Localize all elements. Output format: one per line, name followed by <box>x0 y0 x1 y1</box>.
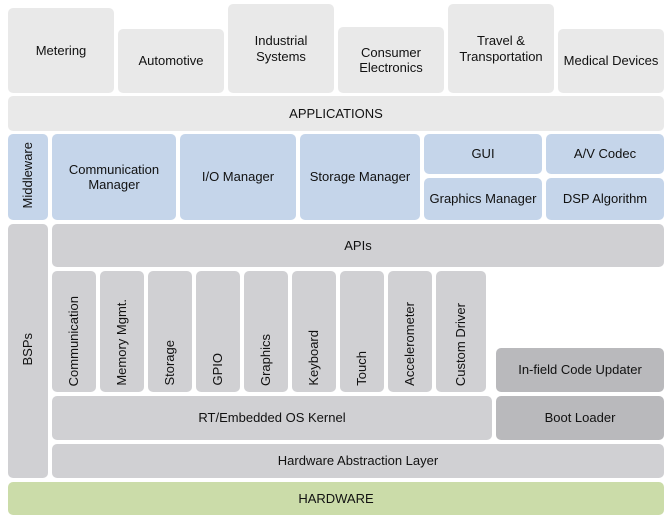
in-field-code-updater-box[interactable]: In-field Code Updater <box>496 348 664 392</box>
bsps-column[interactable]: BSPs <box>8 224 48 478</box>
hal-label: Hardware Abstraction Layer <box>277 453 439 469</box>
driver-column-custom-driver[interactable]: Custom Driver <box>436 271 486 392</box>
middleware-label: A/V Codec <box>573 146 637 162</box>
middleware-box-communication-manager[interactable]: Communication Manager <box>52 134 176 220</box>
architecture-diagram: Metering Automotive Industrial Systems C… <box>0 0 670 521</box>
driver-column-keyboard[interactable]: Keyboard <box>292 271 336 392</box>
applications-band[interactable]: APPLICATIONS <box>8 96 664 131</box>
middleware-box-dsp-algorithm[interactable]: DSP Algorithm <box>546 178 664 220</box>
driver-label: Touch <box>354 351 370 386</box>
in-field-code-updater-label: In-field Code Updater <box>518 362 642 378</box>
application-box-travel-transportation[interactable]: Travel & Transportation <box>448 4 554 93</box>
os-kernel-label: RT/Embedded OS Kernel <box>198 410 346 426</box>
hardware-label: HARDWARE <box>298 490 374 506</box>
driver-label: GPIO <box>210 353 226 386</box>
os-kernel-bar[interactable]: RT/Embedded OS Kernel <box>52 396 492 440</box>
middleware-box-storage-manager[interactable]: Storage Manager <box>300 134 420 220</box>
driver-column-accelerometer[interactable]: Accelerometer <box>388 271 432 392</box>
driver-column-communication[interactable]: Communication <box>52 271 96 392</box>
boot-loader-label: Boot Loader <box>544 410 616 426</box>
driver-column-memory-mgmt[interactable]: Memory Mgmt. <box>100 271 144 392</box>
middleware-box-graphics-manager[interactable]: Graphics Manager <box>424 178 542 220</box>
application-box-automotive[interactable]: Automotive <box>118 29 224 93</box>
driver-column-touch[interactable]: Touch <box>340 271 384 392</box>
hardware-bar[interactable]: HARDWARE <box>8 482 664 515</box>
application-box-metering[interactable]: Metering <box>8 8 114 93</box>
driver-column-storage[interactable]: Storage <box>148 271 192 392</box>
driver-column-gpio[interactable]: GPIO <box>196 271 240 392</box>
apis-label: APIs <box>344 237 372 253</box>
application-label: Medical Devices <box>563 53 659 69</box>
boot-loader-box[interactable]: Boot Loader <box>496 396 664 440</box>
bsps-label: BSPs <box>20 332 36 366</box>
driver-label: Accelerometer <box>402 302 418 386</box>
middleware-box-gui[interactable]: GUI <box>424 134 542 174</box>
driver-label: Communication <box>66 295 82 386</box>
application-box-consumer-electronics[interactable]: Consumer Electronics <box>338 27 444 93</box>
application-label: Automotive <box>138 53 204 69</box>
middleware-label: Storage Manager <box>309 169 411 185</box>
application-label: Consumer Electronics <box>359 44 423 75</box>
middleware-label: Middleware <box>20 141 36 209</box>
application-box-medical-devices[interactable]: Medical Devices <box>558 29 664 93</box>
middleware-label: DSP Algorithm <box>562 191 648 207</box>
hardware-abstraction-layer-bar[interactable]: Hardware Abstraction Layer <box>52 444 664 478</box>
middleware-box-av-codec[interactable]: A/V Codec <box>546 134 664 174</box>
middleware-side-label: Middleware <box>8 134 48 220</box>
applications-band-label: APPLICATIONS <box>289 105 383 121</box>
middleware-label: GUI <box>471 146 495 162</box>
driver-column-graphics[interactable]: Graphics <box>244 271 288 392</box>
application-label: Industrial Systems <box>254 33 308 64</box>
application-label: Metering <box>35 42 87 58</box>
driver-label: Memory Mgmt. <box>114 299 130 386</box>
driver-label: Storage <box>162 340 178 386</box>
application-box-industrial-systems[interactable]: Industrial Systems <box>228 4 334 93</box>
middleware-label: Communication Manager <box>68 161 160 192</box>
application-label: Travel & Transportation <box>459 33 543 64</box>
middleware-box-io-manager[interactable]: I/O Manager <box>180 134 296 220</box>
apis-bar[interactable]: APIs <box>52 224 664 267</box>
middleware-label: I/O Manager <box>201 169 275 185</box>
middleware-label: Graphics Manager <box>429 191 537 207</box>
driver-label: Custom Driver <box>453 302 469 386</box>
driver-label: Keyboard <box>306 330 322 386</box>
driver-label: Graphics <box>258 333 274 386</box>
